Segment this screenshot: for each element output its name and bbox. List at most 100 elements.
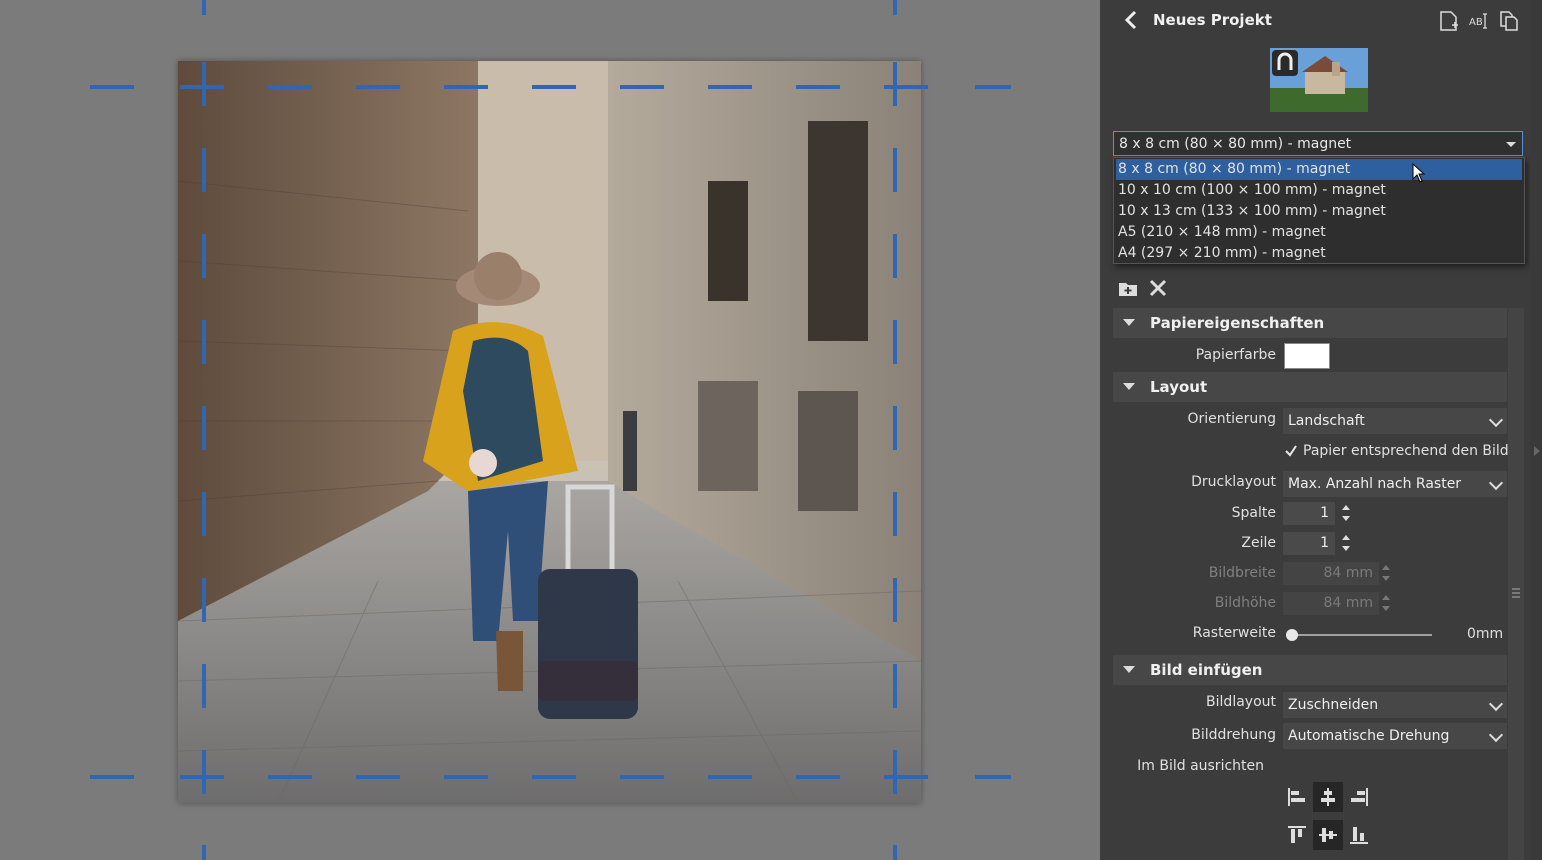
checkbox-checked-icon[interactable] [1284, 444, 1298, 458]
image-width-spin-buttons [1381, 562, 1391, 585]
cut-line-dash [202, 62, 206, 106]
image-rotation-select[interactable]: Automatische Drehung [1283, 723, 1507, 749]
format-option[interactable]: A5 (210 × 148 mm) - magnet [1116, 222, 1522, 243]
template-thumbnail[interactable] [1270, 48, 1368, 112]
panel-edge[interactable] [1530, 0, 1542, 860]
format-option[interactable]: A4 (297 × 210 mm) - magnet [1116, 243, 1522, 264]
image-height-label: Bildhöhe [1214, 595, 1276, 611]
image-height-value: 84 mm [1323, 595, 1373, 611]
photo-preview[interactable] [178, 61, 921, 803]
align-left-button[interactable] [1282, 782, 1312, 812]
grid-spacing-slider-handle[interactable] [1286, 629, 1298, 641]
format-option[interactable]: 10 x 10 cm (100 × 100 mm) - magnet [1116, 180, 1522, 201]
image-layout-select[interactable]: Zuschneiden [1283, 692, 1507, 718]
cut-line-dash [202, 148, 206, 192]
add-folder-icon[interactable] [1118, 278, 1138, 298]
cut-line-dash [620, 85, 664, 89]
cut-line-dash [893, 148, 897, 192]
dropdown-arrow-icon[interactable] [1506, 142, 1516, 147]
column-stepper[interactable]: 1 [1283, 502, 1335, 525]
row-stepper[interactable]: 1 [1283, 532, 1335, 555]
cut-mark [90, 775, 134, 779]
format-option[interactable]: 8 x 8 cm (80 × 80 mm) - magnet [1116, 159, 1522, 180]
cut-line-dash [620, 775, 664, 779]
align-left-icon [1288, 788, 1305, 806]
align-top-button[interactable] [1282, 820, 1312, 850]
collapse-icon [1123, 666, 1135, 673]
section-title: Layout [1150, 378, 1208, 396]
paper-color-label: Papierfarbe [1195, 347, 1276, 363]
cut-line-dash [893, 62, 897, 106]
format-select[interactable]: 8 x 8 cm (80 × 80 mm) - magnet [1113, 131, 1523, 156]
magnet-thumbnail-image [1270, 48, 1368, 112]
page-title: Neues Projekt [1153, 11, 1272, 29]
cut-mark [893, 0, 897, 15]
row-spin-buttons[interactable] [1341, 532, 1351, 555]
cut-line-dash [884, 775, 928, 779]
print-settings-panel: Neues Projekt AB 8 x 8 cm (80 × 80 mm) -… [1100, 0, 1542, 860]
panel-header: Neues Projekt AB [1100, 0, 1530, 40]
image-rotation-value: Automatische Drehung [1288, 728, 1450, 744]
cut-line-dash [268, 85, 312, 89]
arrow-down-icon [1382, 606, 1390, 611]
image-layout-label: Bildlayout [1206, 694, 1276, 710]
cut-line-dash [444, 775, 488, 779]
cut-line-dash [884, 85, 928, 89]
grid-spacing-slider-track[interactable] [1286, 634, 1432, 636]
text-field-icon[interactable]: AB [1468, 10, 1490, 32]
delete-icon[interactable] [1148, 278, 1168, 298]
section-insert-image[interactable]: Bild einfügen [1113, 655, 1507, 685]
image-width-stepper: 84 mm [1283, 562, 1379, 585]
align-bottom-button[interactable] [1344, 820, 1374, 850]
grid-spacing-label: Rasterweite [1192, 625, 1276, 641]
cut-line-dash [796, 85, 840, 89]
arrow-down-icon[interactable] [1342, 516, 1350, 521]
cut-line-dash [202, 406, 206, 450]
scroll-grip-icon[interactable] [1512, 588, 1520, 598]
print-layout-label: Drucklayout [1191, 474, 1276, 490]
align-center-h-button[interactable] [1313, 782, 1343, 812]
column-value: 1 [1320, 505, 1329, 521]
expand-arrow-icon[interactable] [1534, 446, 1540, 456]
align-right-button[interactable] [1344, 782, 1374, 812]
arrow-up-icon[interactable] [1342, 535, 1350, 540]
cut-mark [90, 85, 134, 89]
cut-line-dash [202, 320, 206, 364]
print-canvas[interactable] [0, 0, 1100, 860]
cut-line-dash [202, 750, 206, 794]
cut-line-dash [202, 664, 206, 708]
print-layout-value: Max. Anzahl nach Raster [1288, 476, 1462, 492]
column-spin-buttons[interactable] [1341, 502, 1351, 525]
orientation-select[interactable]: Landschaft [1283, 408, 1507, 434]
paper-color-swatch[interactable] [1284, 343, 1330, 369]
cut-mark [202, 0, 206, 15]
cut-line-dash [202, 234, 206, 278]
cut-line-dash [893, 234, 897, 278]
align-center-v-button[interactable] [1313, 820, 1343, 850]
match-paper-checkbox-label[interactable]: Papier entsprechend den Bild... [1303, 443, 1522, 459]
image-width-value: 84 mm [1323, 565, 1373, 581]
chevron-down-icon [1488, 727, 1504, 743]
cut-mark [975, 85, 1011, 89]
arrow-down-icon[interactable] [1342, 546, 1350, 551]
new-page-icon[interactable] [1438, 10, 1460, 32]
print-layout-select[interactable]: Max. Anzahl nach Raster [1283, 471, 1507, 497]
photo-image [178, 61, 921, 803]
back-arrow-icon[interactable] [1122, 10, 1140, 30]
arrow-down-icon [1382, 576, 1390, 581]
cut-mark [975, 775, 1011, 779]
align-bottom-icon [1350, 827, 1368, 844]
section-layout[interactable]: Layout [1113, 372, 1507, 402]
format-option[interactable]: 10 x 13 cm (133 × 100 mm) - magnet [1116, 201, 1522, 222]
align-right-icon [1351, 788, 1368, 806]
chevron-down-icon [1488, 475, 1504, 491]
align-center-horizontal-icon [1321, 788, 1335, 806]
section-paper[interactable]: Papiereigenschaften [1113, 308, 1507, 338]
collapse-icon [1123, 383, 1135, 390]
align-top-icon [1288, 826, 1306, 843]
copy-page-icon[interactable] [1498, 10, 1520, 32]
arrow-up-icon[interactable] [1342, 505, 1350, 510]
panel-scrollbar[interactable] [1508, 308, 1524, 860]
chevron-down-icon [1488, 696, 1504, 712]
cut-line-dash [796, 775, 840, 779]
